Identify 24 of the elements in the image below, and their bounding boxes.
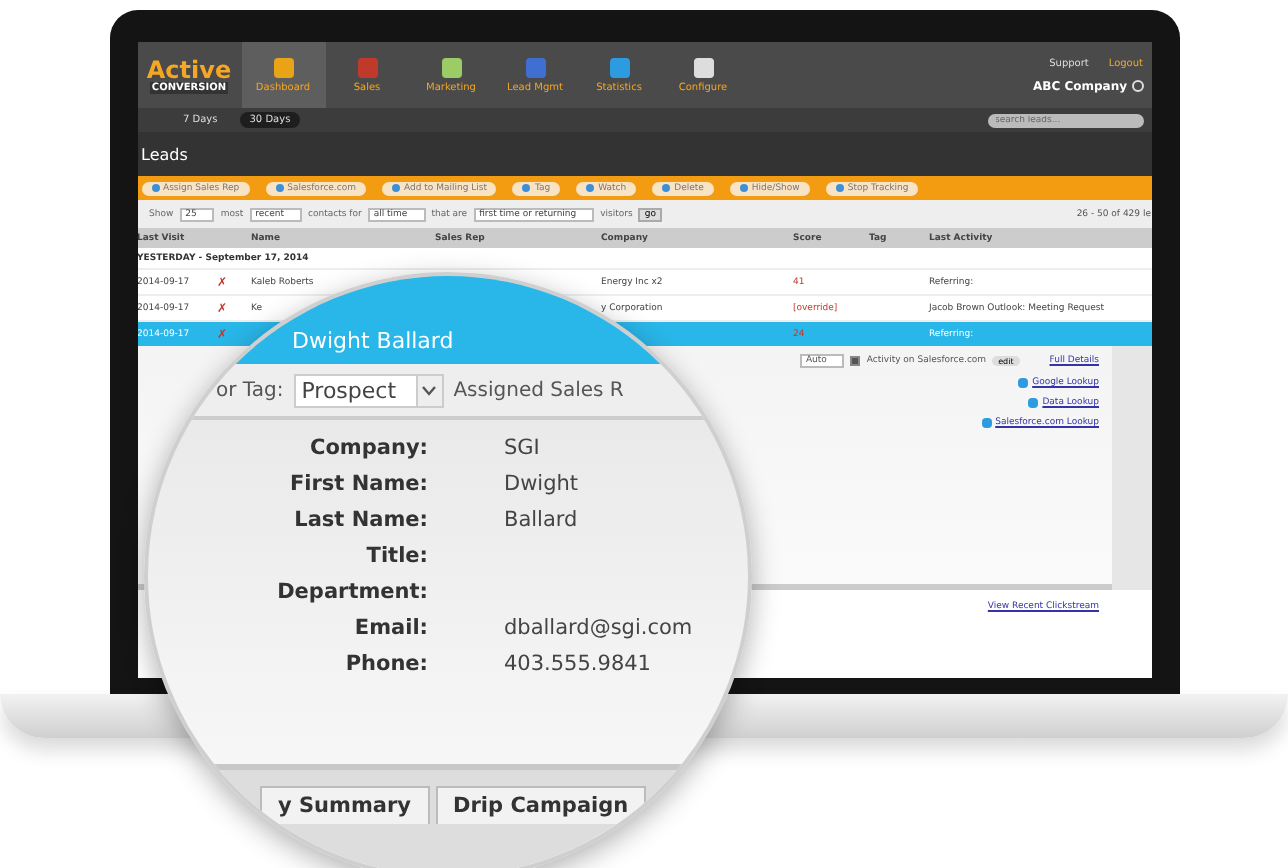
tile-icon bbox=[1028, 398, 1039, 408]
field-label: Phone: bbox=[343, 652, 428, 676]
checkbox[interactable] bbox=[850, 356, 861, 366]
sales-rep-label: Assigned Sales R bbox=[453, 379, 624, 401]
tile-icon bbox=[1018, 378, 1029, 388]
field-label: First Name: bbox=[287, 472, 428, 496]
field-value: Dwight bbox=[504, 472, 581, 496]
field-value: Ballard bbox=[504, 508, 580, 532]
tile-icon bbox=[981, 418, 992, 428]
field-value: 403.555.9841 bbox=[504, 652, 653, 676]
field-label: Email: bbox=[352, 616, 428, 640]
field-label: Company: bbox=[308, 436, 428, 460]
tab[interactable]: Drip Campaign bbox=[435, 786, 647, 824]
tag-dropdown[interactable]: Prospect bbox=[293, 373, 444, 407]
field-label: Last Name: bbox=[292, 508, 428, 532]
tag-label: or Tag: bbox=[216, 379, 284, 401]
field-label: Title: bbox=[364, 544, 428, 568]
field-label: Department: bbox=[275, 580, 428, 604]
page-title: Leads bbox=[141, 145, 188, 163]
gear-icon[interactable] bbox=[1131, 80, 1143, 92]
field-value: SGI bbox=[504, 436, 542, 460]
tab[interactable]: y Summary bbox=[260, 786, 430, 824]
field-value: dballard@sgi.com bbox=[504, 616, 695, 640]
chevron-down-icon bbox=[422, 385, 437, 395]
